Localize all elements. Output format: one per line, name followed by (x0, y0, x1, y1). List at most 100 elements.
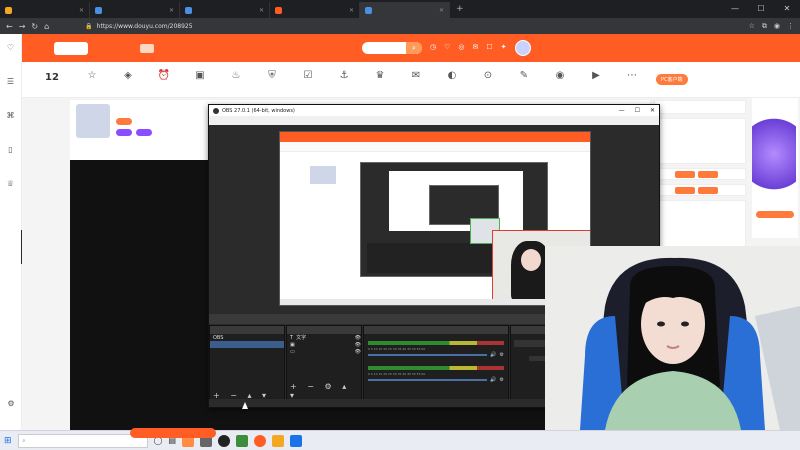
activity-item[interactable]: ♨ (218, 69, 254, 91)
streamer-avatar[interactable] (76, 104, 110, 138)
header-follow[interactable]: ♡ (444, 43, 450, 53)
source-item[interactable]: ▭ 👁 (287, 348, 361, 355)
app-icon-6[interactable] (290, 434, 303, 447)
header-task[interactable]: ☐ (486, 43, 492, 53)
nav-live[interactable] (140, 43, 154, 53)
promo-banner[interactable] (752, 98, 798, 238)
right-button[interactable] (698, 186, 718, 194)
close-icon[interactable]: ✕ (259, 7, 264, 14)
browser-tab-4[interactable]: ✕ (270, 2, 360, 18)
browser-tab-5[interactable]: ✕ (360, 2, 450, 18)
browser-tab-2[interactable]: ✕ (90, 2, 180, 18)
activity-item[interactable]: ◉ (542, 69, 578, 91)
promo-button[interactable] (756, 211, 794, 218)
app-icon-5[interactable] (272, 434, 285, 447)
nav-kpl[interactable] (300, 44, 314, 53)
obs-taskbar-icon[interactable] (218, 434, 231, 447)
speaker-icon[interactable]: 🔊 (490, 352, 496, 358)
activity-item[interactable]: ✎ (506, 69, 542, 91)
scene-item[interactable]: OBS (210, 334, 284, 341)
right-tab[interactable] (716, 105, 730, 110)
activity-item[interactable]: ⚓ (326, 69, 362, 91)
new-tab-button[interactable]: + (450, 2, 470, 18)
nav-video[interactable] (204, 44, 218, 53)
eye-icon[interactable]: 👁 (355, 342, 361, 348)
minimize-icon[interactable]: — (619, 107, 625, 114)
eye-icon[interactable]: 👁 (355, 335, 361, 341)
activity-item[interactable]: ♛ (362, 69, 398, 91)
maximize-icon[interactable]: ☐ (635, 107, 640, 114)
header-message[interactable]: ✉ (473, 43, 479, 53)
nav-game[interactable] (236, 44, 250, 53)
close-icon[interactable]: ✕ (349, 7, 354, 14)
obs-properties-button[interactable] (319, 316, 333, 322)
nav-home[interactable] (108, 44, 122, 53)
rank-box[interactable]: 12 (30, 72, 74, 88)
obs-filters-button[interactable] (341, 316, 355, 322)
url-field[interactable]: 🔒 https://www.douyu.com/208925 (85, 23, 192, 30)
windows-start-icon[interactable]: ⊞ (4, 436, 12, 446)
sidebar-item-rank[interactable]: ☰ (0, 68, 21, 102)
minimize-icon[interactable]: — (722, 0, 748, 18)
notification-pill[interactable] (130, 428, 216, 438)
activity-item[interactable]: ✉ (398, 69, 434, 91)
activity-item[interactable]: ▶ (578, 69, 614, 91)
close-icon[interactable]: ✕ (650, 107, 655, 114)
speaker-icon[interactable]: 🔊 (490, 377, 496, 383)
back-icon[interactable]: ← (6, 22, 13, 31)
taskbar-search-input[interactable]: ⌕ (17, 433, 148, 448)
gear-icon[interactable]: ⚙ (500, 377, 504, 383)
search-icon[interactable]: ⌕ (406, 42, 422, 54)
header-creator[interactable]: ✦ (501, 43, 507, 53)
obs-menu-profile[interactable] (301, 118, 315, 124)
nav-fishbar[interactable] (268, 44, 282, 53)
extensions-icon[interactable]: ⧉ (762, 22, 767, 31)
activity-item[interactable]: ◐ (434, 69, 470, 91)
obs-menu-scene-collection[interactable] (323, 118, 337, 124)
fan-badge[interactable] (116, 129, 132, 136)
app-icon-4[interactable] (254, 434, 267, 447)
right-button[interactable] (675, 170, 695, 178)
source-item[interactable]: ▣ 👁 (287, 341, 361, 348)
profile-icon[interactable]: ◉ (774, 22, 780, 31)
streamer-name[interactable] (136, 119, 156, 125)
sources-dock-controls[interactable]: + − ⚙ ▴ ▾ (290, 382, 361, 400)
home-icon[interactable]: ⌂ (44, 22, 49, 31)
obs-menu-tools[interactable] (345, 118, 359, 124)
app-icon-3[interactable] (236, 434, 249, 447)
obs-deactivate-button[interactable] (363, 316, 377, 322)
reload-icon[interactable]: ↻ (31, 22, 38, 31)
menu-icon[interactable]: ⋮ (787, 22, 794, 31)
sidebar-item-follow[interactable]: ♡ (0, 34, 21, 68)
activity-item[interactable]: ⊙ (470, 69, 506, 91)
activity-item[interactable]: ⏰ (146, 69, 182, 91)
user-avatar[interactable] (514, 40, 531, 56)
activity-item[interactable]: ☑ (290, 69, 326, 91)
close-icon[interactable]: ✕ (439, 7, 444, 14)
activity-item[interactable]: ⋯ (614, 69, 650, 91)
obs-menu-dock[interactable] (279, 118, 293, 124)
header-history[interactable]: ◷ (430, 43, 436, 53)
scene-item[interactable] (210, 341, 284, 348)
forward-icon[interactable]: → (19, 22, 26, 31)
obs-menu-view[interactable] (257, 118, 271, 124)
activity-item[interactable]: ◈ (110, 69, 146, 91)
sidebar-settings[interactable]: ⚙ (0, 386, 22, 420)
volume-slider[interactable] (368, 379, 488, 381)
sidebar-item-mobile[interactable]: ▯ (0, 136, 21, 170)
douyu-game-logo[interactable] (54, 41, 88, 55)
right-panel-tabs[interactable] (654, 100, 746, 114)
right-button[interactable] (698, 170, 718, 178)
activity-item[interactable]: ⛨ (254, 69, 290, 91)
sidebar-item-esports[interactable]: ♕ (0, 170, 21, 204)
obs-menu-edit[interactable] (235, 118, 249, 124)
bookmark-star-icon[interactable]: ☆ (749, 22, 755, 31)
source-item[interactable]: T 文字 👁 (287, 334, 361, 342)
volume-slider[interactable] (368, 354, 488, 356)
maximize-icon[interactable]: ☐ (748, 0, 774, 18)
pc-client-button[interactable]: PC客户端 (656, 74, 688, 85)
right-button[interactable] (675, 186, 695, 194)
activity-item[interactable]: ☆ (74, 69, 110, 91)
close-icon[interactable]: ✕ (169, 7, 174, 14)
eye-icon[interactable]: 👁 (355, 349, 361, 355)
